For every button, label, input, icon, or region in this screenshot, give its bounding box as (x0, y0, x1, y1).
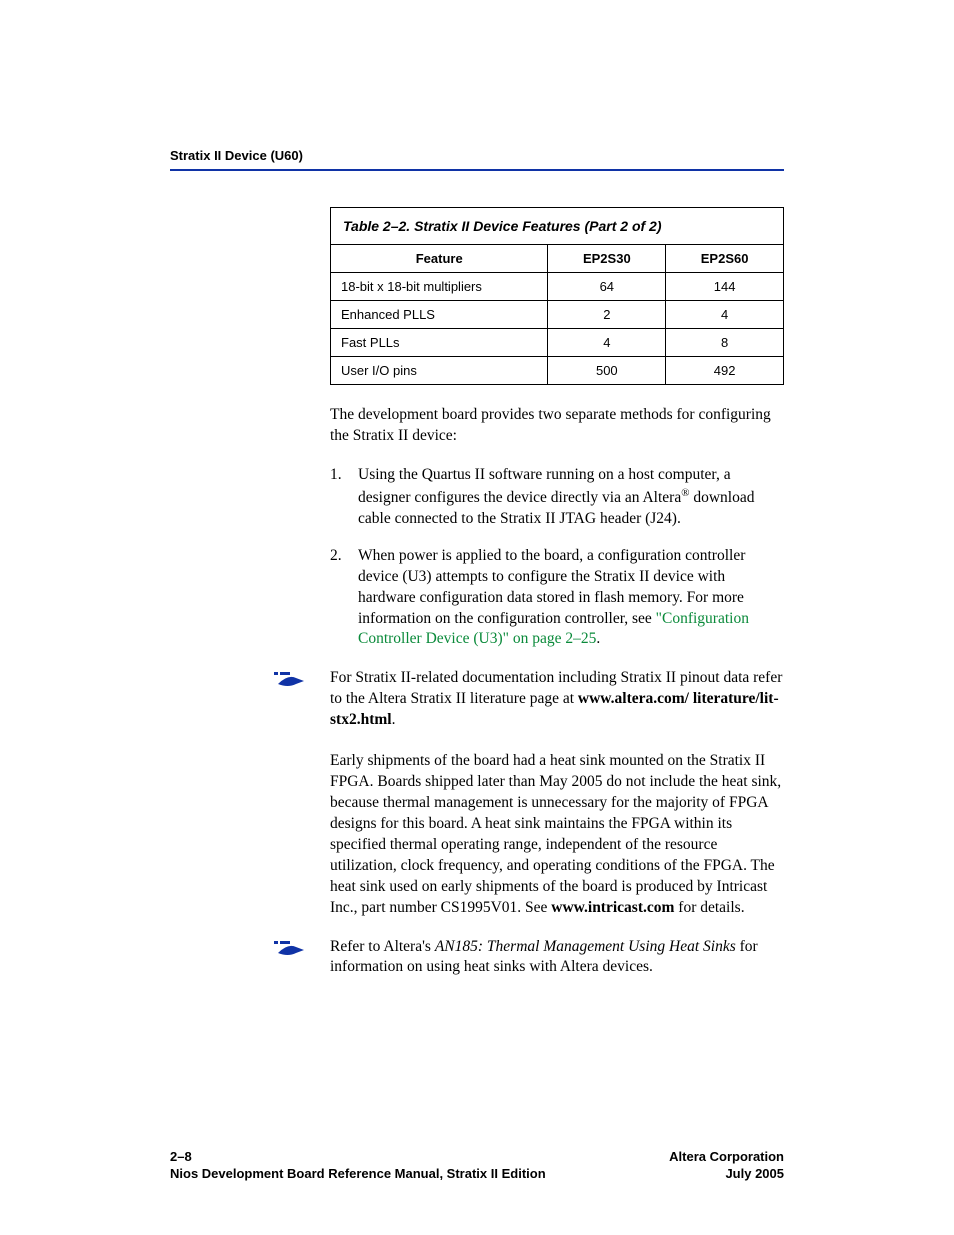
heatsink-paragraph: Early shipments of the board had a heat … (330, 751, 784, 918)
text-fragment: Refer to Altera's (330, 938, 435, 955)
reference-icon (274, 941, 304, 964)
cell-value: 4 (666, 301, 784, 329)
cell-feature: User I/O pins (331, 357, 548, 385)
cell-feature: Enhanced PLLS (331, 301, 548, 329)
cell-value: 4 (548, 329, 666, 357)
table-row: Fast PLLs 4 8 (331, 329, 784, 357)
text-fragment: . (596, 630, 600, 647)
reference-icon (274, 672, 304, 695)
publish-date: July 2005 (669, 1165, 784, 1183)
cell-value: 64 (548, 273, 666, 301)
header-rule (170, 169, 784, 171)
col-ep2s30: EP2S30 (548, 245, 666, 273)
table-row: 18-bit x 18-bit multipliers 64 144 (331, 273, 784, 301)
page-number: 2–8 (170, 1148, 546, 1166)
col-feature: Feature (331, 245, 548, 273)
list-text: Using the Quartus II software running on… (358, 465, 784, 530)
table-row: User I/O pins 500 492 (331, 357, 784, 385)
text-fragment: Early shipments of the board had a heat … (330, 752, 781, 915)
corporation: Altera Corporation (669, 1148, 784, 1166)
table-row: Enhanced PLLS 2 4 (331, 301, 784, 329)
col-ep2s60: EP2S60 (666, 245, 784, 273)
cell-value: 2 (548, 301, 666, 329)
cell-value: 144 (666, 273, 784, 301)
device-features-table: Table 2–2. Stratix II Device Features (P… (330, 207, 784, 385)
cell-value: 8 (666, 329, 784, 357)
text-fragment: for details. (674, 899, 744, 916)
cell-value: 500 (548, 357, 666, 385)
list-item: 2. When power is applied to the board, a… (330, 546, 784, 651)
cell-feature: Fast PLLs (331, 329, 548, 357)
reference-paragraph: For Stratix II-related documentation inc… (330, 668, 784, 731)
app-note-title: AN185: Thermal Management Using Heat Sin… (435, 938, 736, 955)
text-fragment: Using the Quartus II software running on… (358, 466, 731, 506)
text-fragment: . (392, 711, 396, 728)
cell-feature: 18-bit x 18-bit multipliers (331, 273, 548, 301)
intro-paragraph: The development board provides two separ… (330, 405, 784, 447)
cell-value: 492 (666, 357, 784, 385)
url-text: www.intricast.com (551, 899, 674, 916)
manual-title: Nios Development Board Reference Manual,… (170, 1165, 546, 1183)
list-number: 1. (330, 465, 358, 530)
reference-paragraph: Refer to Altera's AN185: Thermal Managem… (330, 937, 784, 979)
running-header: Stratix II Device (U60) (170, 148, 784, 163)
config-methods-list: 1. Using the Quartus II software running… (330, 465, 784, 651)
list-number: 2. (330, 546, 358, 651)
list-text: When power is applied to the board, a co… (358, 546, 784, 651)
list-item: 1. Using the Quartus II software running… (330, 465, 784, 530)
page-footer: 2–8 Nios Development Board Reference Man… (170, 1148, 784, 1183)
table-title: Table 2–2. Stratix II Device Features (P… (331, 208, 784, 245)
